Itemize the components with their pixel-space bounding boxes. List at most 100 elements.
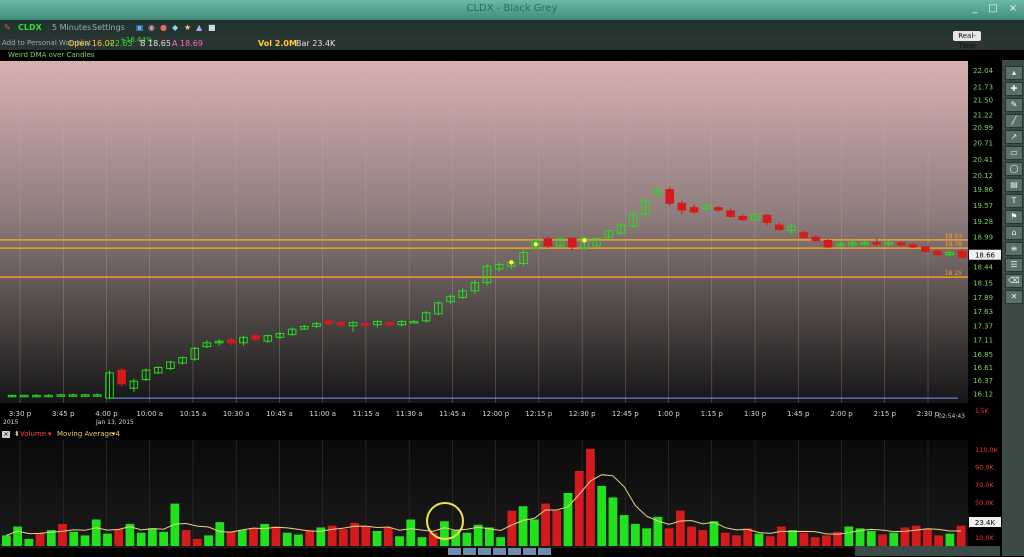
volume-bar [294, 534, 303, 546]
side-tool-icon-5[interactable]: ↗ [1005, 130, 1023, 144]
candle-body [762, 214, 772, 223]
pane-sort-icon[interactable]: ⬍ [14, 430, 20, 438]
volume-bar [507, 510, 517, 546]
toolbar-icon-2[interactable]: ◉ [148, 23, 155, 32]
toolbar-icon-5[interactable]: ★ [184, 23, 191, 32]
side-tool-icon-10[interactable]: ⚑ [1005, 210, 1023, 224]
candle-body [360, 323, 370, 326]
toolbar-icon-1[interactable]: ▣ [136, 23, 144, 32]
symbol-field[interactable]: CLDX [18, 23, 42, 32]
volume-bar [181, 530, 191, 546]
toolbar-icon-4[interactable]: ◆ [172, 23, 178, 32]
current-price-marker [958, 251, 967, 258]
settings-button[interactable]: Settings [92, 23, 125, 32]
side-tool-icon-8[interactable]: ▤ [1005, 178, 1023, 192]
time-tick-label: 10:30 a [223, 410, 250, 418]
volume-bar [170, 503, 180, 546]
toolbar-icon-6[interactable]: ▲ [196, 23, 202, 32]
toolbar-icon-7[interactable]: ■ [208, 23, 216, 32]
volume-bar [462, 532, 472, 546]
minimize-button[interactable]: _ [968, 3, 982, 15]
volume-bar [529, 519, 539, 546]
bottom-tab[interactable] [508, 548, 521, 555]
price-tick-label: 19.86 [973, 186, 994, 194]
timeframe-dropdown[interactable]: 5 Minutes [52, 23, 91, 32]
candle-body [227, 339, 236, 344]
side-tool-icon-7[interactable]: ◯ [1005, 162, 1023, 176]
maximize-button[interactable]: □ [986, 3, 1000, 15]
bottom-tab[interactable] [538, 548, 551, 555]
side-tool-icon-11[interactable]: ⌂ [1005, 226, 1023, 240]
bottom-tab[interactable] [463, 548, 476, 555]
side-tool-icon-12[interactable]: ≡ [1005, 242, 1023, 256]
app-icon: ✎ [4, 23, 11, 32]
volume-bar [204, 535, 213, 546]
volume-label[interactable]: Volume [20, 430, 46, 438]
close-pane-icon[interactable]: × [2, 431, 10, 438]
volume-bar [743, 528, 753, 546]
volume-header: × ⬍ Volume ▾ Moving Average 4 ▾ [0, 430, 300, 440]
candle-body [823, 239, 833, 248]
volume-bar [518, 506, 528, 546]
ma-dropdown-icon[interactable]: ▾ [112, 430, 116, 438]
clock-label: 02:54:43 [938, 413, 965, 420]
volume-bar [13, 526, 22, 546]
side-tool-icon-2[interactable]: ✚ [1005, 82, 1023, 96]
volume-bar [574, 470, 584, 546]
volume-bar [148, 528, 157, 546]
price-tick-label: 16.37 [973, 377, 993, 385]
side-tool-icon-1[interactable]: ▴ [1005, 66, 1023, 80]
volume-bar [631, 523, 640, 546]
bottom-tab-strip [448, 548, 553, 556]
volume-bar [597, 485, 607, 546]
price-tick-label: 20.99 [973, 124, 993, 132]
volume-bar [765, 536, 775, 546]
toolbar-icon-3[interactable]: ● [160, 23, 167, 32]
side-tool-icon-6[interactable]: ▭ [1005, 146, 1023, 160]
support-label-upper2: 18.78 [945, 241, 962, 248]
side-tool-icon-13[interactable]: ☰ [1005, 258, 1023, 272]
volume-bar [361, 526, 371, 546]
support-label-upper1: 18.93 [945, 233, 962, 240]
volume-dropdown-icon[interactable]: ▾ [48, 430, 52, 438]
volume-bar [687, 526, 696, 546]
side-tool-icon-9[interactable]: T [1005, 194, 1023, 208]
volume-bar [619, 515, 629, 546]
date-label-prev: 2015 [3, 419, 18, 426]
bottom-tab[interactable] [523, 548, 536, 555]
time-tick-label: 10:00 a [136, 410, 163, 418]
price-tick-label: 16.85 [973, 351, 993, 359]
volume-bar [608, 497, 618, 546]
volume-bar [383, 527, 393, 546]
candle-body [665, 189, 674, 204]
bottom-tab[interactable] [493, 548, 506, 555]
side-tool-icon-14[interactable]: ⌫ [1005, 274, 1023, 288]
price-tick-label: 17.11 [973, 337, 993, 345]
ma-label[interactable]: Moving Average 4 [57, 430, 120, 438]
candle-body [714, 207, 723, 211]
volume-bar [136, 532, 146, 546]
candle-body [811, 236, 821, 241]
volume-bar [664, 528, 674, 546]
bid-price: B 18.65 [140, 39, 171, 48]
bottom-tab[interactable] [478, 548, 491, 555]
volume-bar [934, 535, 944, 546]
bottom-tab[interactable] [448, 548, 461, 555]
realtime-button[interactable]: Real-Time [953, 31, 981, 50]
volume-bar [889, 532, 899, 546]
chart-canvas[interactable]: 3:30 p 3:45 p 4:00 p 10:00 a 10:15 a 10:30 a 1… [0, 0, 1024, 556]
price-tick-label: 19.28 [973, 218, 993, 226]
study-label[interactable]: Weird DMA over Candles [8, 51, 94, 59]
candle-body [921, 246, 930, 252]
side-tool-icon-3[interactable]: ✎ [1005, 98, 1023, 112]
candle-body [933, 250, 942, 256]
volume-bar [844, 526, 854, 546]
price-tick-label: 16.12 [973, 391, 993, 399]
volume-bar [923, 529, 932, 546]
close-button[interactable]: × [1006, 3, 1020, 15]
candle-body [324, 320, 333, 325]
side-tool-icon-15[interactable]: ✕ [1005, 290, 1023, 304]
side-tool-icon-4[interactable]: ╱ [1005, 114, 1023, 128]
candle-body [567, 237, 577, 248]
volume-bar [911, 525, 921, 546]
